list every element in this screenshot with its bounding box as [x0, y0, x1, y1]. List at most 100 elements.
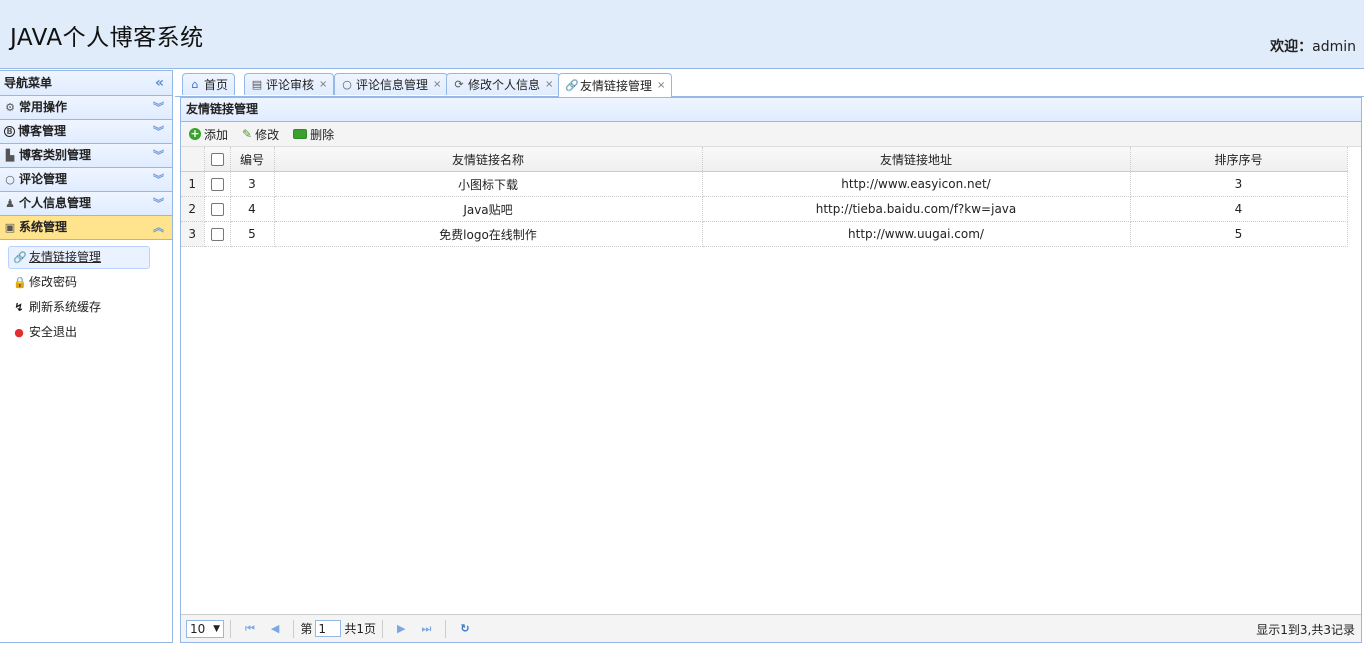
grid-header-row: 编号 友情链接名称 友情链接地址 排序序号 [181, 147, 1348, 172]
refresh-icon: ↯ [14, 300, 24, 314]
rownum-header [181, 147, 205, 172]
menu-item-change-password[interactable]: 🔒 修改密码 [8, 271, 150, 294]
close-icon[interactable]: × [657, 75, 665, 97]
cell-url: http://www.easyicon.net/ [702, 171, 1131, 197]
row-checkbox[interactable] [204, 196, 231, 222]
add-label: 添加 [204, 127, 229, 142]
row-checkbox[interactable] [204, 221, 231, 247]
column-header[interactable]: 排序序号 [1130, 147, 1348, 172]
pager-divider [293, 619, 295, 638]
chevron-down-icon[interactable]: ︾ [153, 168, 164, 191]
section-label: 博客管理 [18, 124, 67, 138]
table-row[interactable]: 2 4 Java贴吧 http://tieba.baidu.com/f?kw=j… [181, 196, 1348, 222]
tab-strip: ⌂ 首页 ▤ 评论审核 × ○ 评论信息管理 × ⟳ 修改个人信息 × 🔗 友情… [175, 70, 1364, 97]
refresh-icon[interactable]: ↻ [460, 622, 469, 635]
page-size-value: 10 [190, 621, 206, 636]
section-comment-manage[interactable]: ○ 评论管理 ︾ [0, 168, 172, 192]
add-icon: + [189, 127, 201, 140]
exit-icon: ● [14, 325, 24, 339]
last-page-icon[interactable]: ⏭ [422, 622, 432, 636]
main-area: ⌂ 首页 ▤ 评论审核 × ○ 评论信息管理 × ⟳ 修改个人信息 × 🔗 友情… [175, 70, 1364, 643]
link-icon: 🔗 [13, 250, 27, 264]
table-row[interactable]: 3 5 免费logo在线制作 http://www.uugai.com/ 5 [181, 221, 1348, 247]
delete-button[interactable]: 删除 [293, 126, 334, 143]
pager-divider [382, 619, 384, 638]
chevron-down-icon[interactable]: ︾ [153, 120, 164, 143]
cell-order: 3 [1130, 171, 1348, 197]
cell-name: 免费logo在线制作 [274, 221, 703, 247]
app-header: JAVA个人博客系统 欢迎：admin [0, 0, 1364, 69]
cell-id: 4 [230, 196, 275, 222]
tab-comment-info[interactable]: ○ 评论信息管理 × [334, 73, 449, 96]
system-icon: ▣ [4, 220, 16, 234]
row-checkbox[interactable] [204, 171, 231, 197]
section-system-manage[interactable]: ▣ 系统管理 ︽ [0, 216, 172, 240]
select-all-checkbox[interactable] [204, 147, 231, 172]
cell-id: 5 [230, 221, 275, 247]
cell-id: 3 [230, 171, 275, 197]
page-number-input[interactable]: 1 [315, 620, 342, 637]
nav-sidebar: 导航菜单 « ⚙ 常用操作 ︾ B 博客管理 ︾ ▙ 博客类别管理 ︾ ○ 评论… [0, 70, 173, 643]
page-prefix: 第 [300, 622, 313, 636]
tab-label: 评论信息管理 [356, 77, 429, 92]
edit-button[interactable]: ✎ 修改 [242, 126, 279, 143]
column-header[interactable]: 编号 [230, 147, 275, 172]
section-blog-manage[interactable]: B 博客管理 ︾ [0, 120, 172, 144]
panel-title: 友情链接管理 [181, 98, 1361, 122]
row-number: 3 [181, 221, 205, 247]
welcome-text: 欢迎：admin [1270, 36, 1356, 56]
pager-info: 显示1到3,共3记录 [1256, 623, 1355, 637]
close-icon[interactable]: × [433, 74, 441, 96]
key-icon: 🔒 [13, 275, 27, 289]
close-icon[interactable]: × [545, 74, 553, 96]
chevron-down-icon: ▼ [213, 623, 220, 634]
close-icon[interactable]: × [319, 74, 327, 96]
chevron-down-icon[interactable]: ︾ [153, 192, 164, 215]
chevron-down-icon[interactable]: ︾ [153, 96, 164, 119]
delete-label: 删除 [310, 127, 335, 142]
cell-name: Java贴吧 [274, 196, 703, 222]
menu-item-label: 刷新系统缓存 [29, 300, 102, 314]
collapse-sidebar-icon[interactable]: « [155, 71, 164, 95]
pager-divider [445, 619, 447, 638]
tab-home[interactable]: ⌂ 首页 [182, 73, 236, 95]
category-icon: ▙ [5, 148, 15, 162]
pencil-icon: ✎ [242, 127, 253, 141]
cell-url: http://tieba.baidu.com/f?kw=java [702, 196, 1131, 222]
section-common-ops[interactable]: ⚙ 常用操作 ︾ [0, 96, 172, 120]
pagination-bar: 10 ▼ ⏮ ◀ 第 1 共1页 ▶ ⏭ ↻ 显示1到3,共3记录 [181, 614, 1361, 642]
chevron-up-icon[interactable]: ︽ [153, 216, 164, 239]
first-page-icon[interactable]: ⏮ [245, 622, 255, 636]
welcome-label: 欢迎： [1270, 39, 1313, 55]
page-total: 共1页 [344, 622, 377, 636]
chevron-down-icon[interactable]: ︾ [153, 144, 164, 167]
row-number: 1 [181, 171, 205, 197]
menu-item-logout[interactable]: ● 安全退出 [8, 321, 150, 344]
column-header[interactable]: 友情链接地址 [702, 147, 1131, 172]
tab-edit-profile[interactable]: ⟳ 修改个人信息 × [446, 73, 561, 96]
next-page-icon[interactable]: ▶ [397, 622, 405, 635]
grid-toolbar: + 添加 ✎ 修改 删除 [181, 122, 1361, 147]
table-row[interactable]: 1 3 小图标下载 http://www.easyicon.net/ 3 [181, 171, 1348, 197]
blog-icon: B [4, 126, 15, 137]
link-icon: 🔗 [565, 78, 579, 92]
links-grid: 编号 友情链接名称 友情链接地址 排序序号 1 3 小图标下载 http://w… [181, 147, 1361, 247]
section-category-manage[interactable]: ▙ 博客类别管理 ︾ [0, 144, 172, 168]
delete-icon [293, 129, 308, 139]
prev-page-icon[interactable]: ◀ [271, 622, 279, 635]
tab-label: 友情链接管理 [580, 78, 653, 93]
tab-comment-review[interactable]: ▤ 评论审核 × [244, 73, 335, 96]
tab-friend-links[interactable]: 🔗 友情链接管理 × [558, 73, 673, 97]
add-button[interactable]: + 添加 [189, 126, 228, 143]
menu-item-refresh-cache[interactable]: ↯ 刷新系统缓存 [8, 296, 150, 319]
cell-order: 4 [1130, 196, 1348, 222]
menu-item-label: 修改密码 [29, 275, 78, 289]
menu-item-friend-links[interactable]: 🔗 友情链接管理 [8, 246, 150, 269]
section-label: 个人信息管理 [19, 196, 92, 210]
menu-item-label: 安全退出 [29, 325, 78, 339]
section-profile-manage[interactable]: ♟ 个人信息管理 ︾ [0, 192, 172, 216]
column-header[interactable]: 友情链接名称 [274, 147, 703, 172]
section-label: 博客类别管理 [19, 148, 92, 162]
menu-item-label: 友情链接管理 [29, 250, 102, 264]
page-size-select[interactable]: 10 ▼ [186, 619, 224, 638]
